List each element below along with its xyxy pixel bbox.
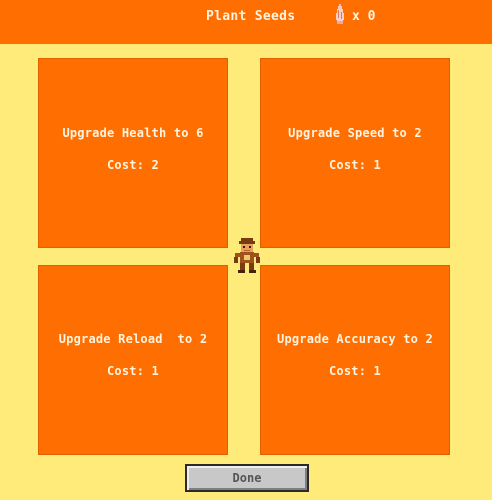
seed-count: x 0 — [352, 9, 376, 24]
page-title: Plant Seeds — [206, 9, 296, 24]
upgrade-speed-card[interactable]: Upgrade Speed to 2 Cost: 1 — [260, 58, 450, 248]
upgrade-speed-label: Upgrade Speed to 2 — [288, 126, 422, 140]
top-bar: Plant Seeds x 0 — [0, 0, 492, 44]
seed-icon — [336, 4, 344, 24]
upgrade-health-card[interactable]: Upgrade Health to 6 Cost: 2 — [38, 58, 228, 248]
upgrade-speed-cost: Cost: 1 — [329, 158, 381, 172]
player-character-icon — [234, 238, 260, 273]
done-button[interactable]: Done — [185, 464, 309, 492]
upgrade-health-cost: Cost: 2 — [107, 158, 159, 172]
upgrade-accuracy-card[interactable]: Upgrade Accuracy to 2 Cost: 1 — [260, 265, 450, 455]
upgrade-accuracy-cost: Cost: 1 — [329, 364, 381, 378]
upgrade-accuracy-label: Upgrade Accuracy to 2 — [277, 332, 433, 346]
upgrade-reload-card[interactable]: Upgrade Reload to 2 Cost: 1 — [38, 265, 228, 455]
upgrade-reload-label: Upgrade Reload to 2 — [58, 332, 208, 346]
upgrade-health-label: Upgrade Health to 6 — [62, 126, 204, 140]
upgrade-reload-cost: Cost: 1 — [107, 364, 159, 378]
